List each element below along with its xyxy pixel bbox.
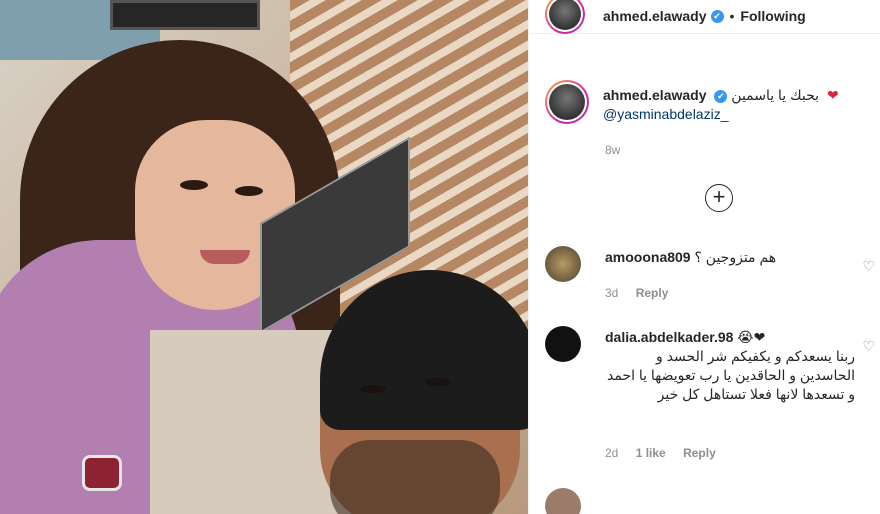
following-button[interactable]: Following xyxy=(740,8,805,24)
like-heart-icon[interactable]: ♡ xyxy=(862,338,875,355)
author-avatar[interactable] xyxy=(545,0,585,34)
comment-likes[interactable]: 1 like xyxy=(636,446,666,460)
commenter-avatar[interactable] xyxy=(545,246,581,282)
woman-mouth xyxy=(200,250,250,264)
author-username[interactable]: ahmed.elawady xyxy=(603,8,707,24)
caption-author-avatar[interactable] xyxy=(545,80,589,124)
reply-button[interactable]: Reply xyxy=(683,446,716,460)
comment-text: ربنا يسعدكم و يكفيكم شر الحسد و الحاسدين… xyxy=(606,348,855,402)
heart-emoji-icon: ❤ xyxy=(826,87,839,103)
commenter-avatar[interactable] xyxy=(545,488,581,514)
man-beard xyxy=(330,440,500,514)
verified-badge-icon: ✔ xyxy=(714,90,728,103)
commenter-avatar[interactable] xyxy=(545,326,581,362)
plus-circle-icon[interactable]: + xyxy=(705,184,733,212)
man-eye xyxy=(360,385,386,393)
man-eye xyxy=(425,378,451,386)
comment-time[interactable]: 3d xyxy=(605,286,618,300)
reply-button[interactable]: Reply xyxy=(636,286,669,300)
post-header: ahmed.elawady ✔ • Following xyxy=(529,0,880,34)
like-heart-icon[interactable]: ♡ xyxy=(862,258,875,275)
comment-emoji: 😭❤ xyxy=(737,329,766,345)
post-photo[interactable] xyxy=(0,0,528,514)
post-side-panel: ahmed.elawady ✔ • Following ahmed.elawad… xyxy=(528,0,880,514)
verified-badge-icon: ✔ xyxy=(710,9,724,23)
picture-frame xyxy=(110,0,260,30)
caption-username[interactable]: ahmed.elawady xyxy=(603,87,707,103)
comment-text: هم متزوجين ؟ xyxy=(694,249,777,265)
comment-time[interactable]: 2d xyxy=(605,446,618,460)
woman-eye xyxy=(235,186,263,196)
caption-mention-link[interactable]: @yasminabdelaziz_ xyxy=(603,106,729,122)
caption-text: بحبك يا ياسمين xyxy=(731,87,820,103)
separator-dot: • xyxy=(729,8,735,24)
post-timestamp[interactable]: 8w xyxy=(605,143,620,157)
commenter-username[interactable]: amooona809 xyxy=(605,249,691,265)
commenter-username[interactable]: dalia.abdelkader.98 xyxy=(605,329,733,345)
woman-eye xyxy=(180,180,208,190)
jar xyxy=(82,455,122,491)
